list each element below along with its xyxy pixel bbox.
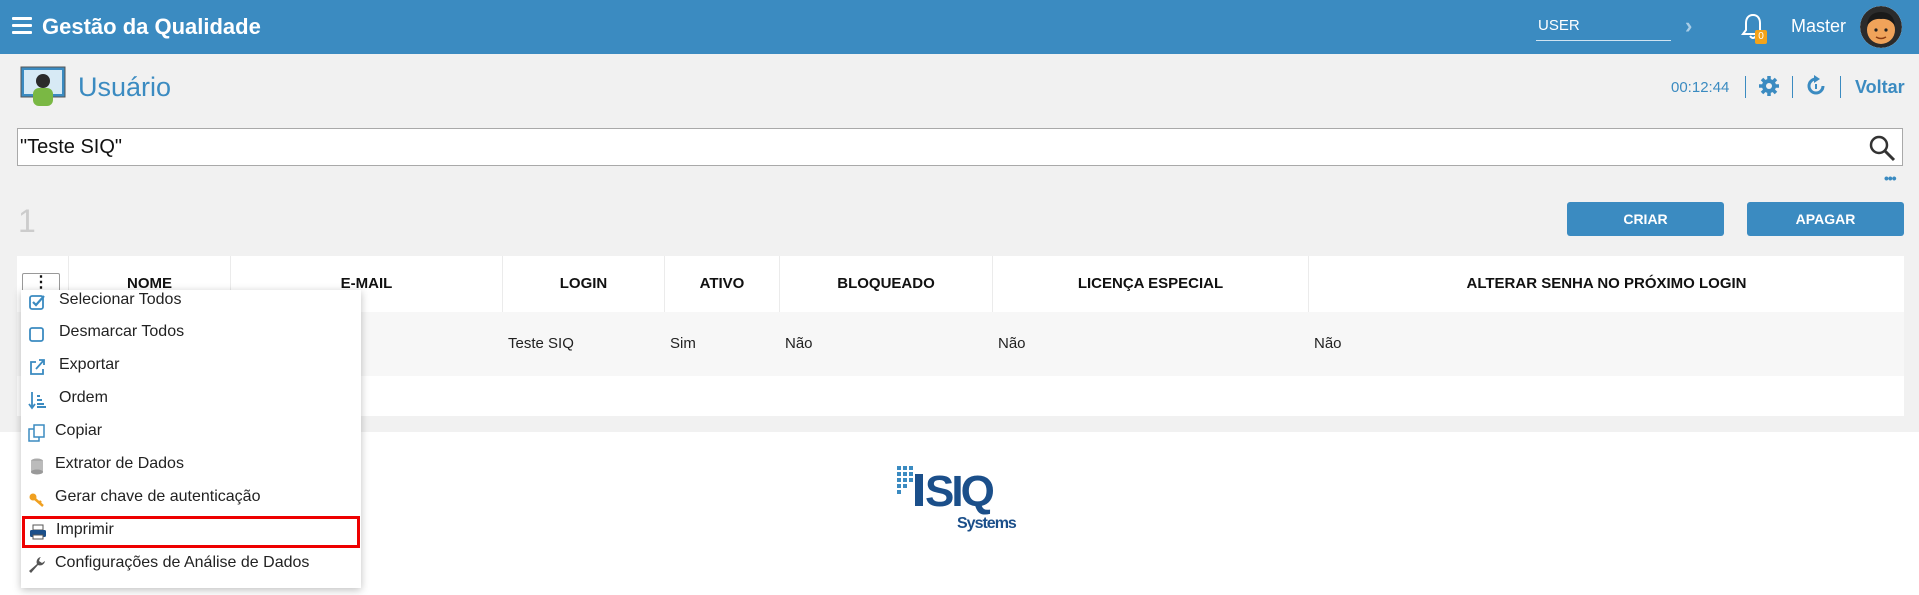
cell-ativo: Sim (670, 335, 696, 352)
back-link[interactable]: Voltar (1855, 77, 1905, 98)
database-icon (31, 458, 43, 475)
divider (1745, 76, 1746, 98)
menu-item-select-all[interactable]: Selecionar Todos (21, 286, 361, 318)
menu-item-export[interactable]: Exportar (21, 351, 361, 383)
checkbox-empty-icon (29, 327, 44, 342)
column-header-alterar-senha[interactable]: ALTERAR SENHA NO PRÓXIMO LOGIN (1309, 256, 1904, 312)
menu-item-generate-auth-key[interactable]: Gerar chave de autenticação (21, 483, 361, 515)
cell-bloqueado: Não (785, 335, 813, 352)
menu-item-data-extractor[interactable]: Extrator de Dados (21, 450, 361, 482)
search-input[interactable]: "Teste SIQ" (17, 128, 1903, 166)
logo-tagline: Systems (957, 515, 1017, 532)
wrench-icon (29, 557, 45, 573)
result-count: 1 (18, 203, 36, 239)
user-search-input[interactable] (1536, 11, 1671, 41)
menu-item-order[interactable]: Ordem (21, 384, 361, 416)
divider (1792, 76, 1793, 98)
column-header-login[interactable]: LOGIN (503, 256, 665, 312)
hamburger-menu-icon[interactable] (12, 17, 32, 35)
chevron-right-icon[interactable]: › (1685, 13, 1692, 39)
logo-text: SIQ (925, 467, 994, 516)
menu-item-data-analysis-settings[interactable]: Configurações de Análise de Dados (21, 549, 361, 581)
printer-icon (30, 524, 46, 540)
avatar[interactable] (1860, 6, 1902, 48)
app-title: Gestão da Qualidade (42, 14, 261, 39)
checkbox-checked-icon (29, 295, 45, 310)
user-monitor-icon (20, 66, 66, 106)
page-title: Usuário (78, 72, 172, 102)
column-header-ativo[interactable]: ATIVO (665, 256, 780, 312)
search-input-value[interactable]: "Teste SIQ" (20, 136, 122, 159)
menu-item-deselect-all[interactable]: Desmarcar Todos (21, 318, 361, 350)
notification-badge: 0 (1755, 30, 1767, 44)
session-timer: 00:12:44 (1671, 79, 1730, 96)
siq-systems-logo: SIQ Systems (897, 466, 1018, 532)
cell-alterar-senha: Não (1314, 335, 1342, 352)
cell-licenca: Não (998, 335, 1026, 352)
column-header-bloqueado[interactable]: BLOQUEADO (780, 256, 993, 312)
column-header-licenca-especial[interactable]: LICENÇA ESPECIAL (993, 256, 1309, 312)
divider (1840, 76, 1841, 98)
table-options-menu: Selecionar Todos Desmarcar Todos Exporta… (21, 290, 361, 588)
create-button[interactable]: CRIAR (1567, 202, 1724, 236)
refresh-icon[interactable] (1805, 75, 1827, 97)
export-icon (30, 359, 45, 375)
menu-item-print[interactable]: Imprimir (22, 516, 360, 548)
sort-order-icon (28, 392, 46, 410)
more-options-icon[interactable]: ••• (1884, 170, 1897, 186)
gear-icon[interactable] (1758, 75, 1780, 97)
top-bar: Gestão da Qualidade › 0 Master (0, 0, 1919, 54)
delete-button[interactable]: APAGAR (1747, 202, 1904, 236)
menu-item-copy[interactable]: Copiar (21, 417, 361, 449)
cell-login: Teste SIQ (508, 335, 574, 352)
key-icon (29, 493, 44, 507)
copy-icon (28, 424, 45, 442)
search-icon[interactable] (1868, 134, 1896, 162)
user-name[interactable]: Master (1791, 16, 1846, 37)
